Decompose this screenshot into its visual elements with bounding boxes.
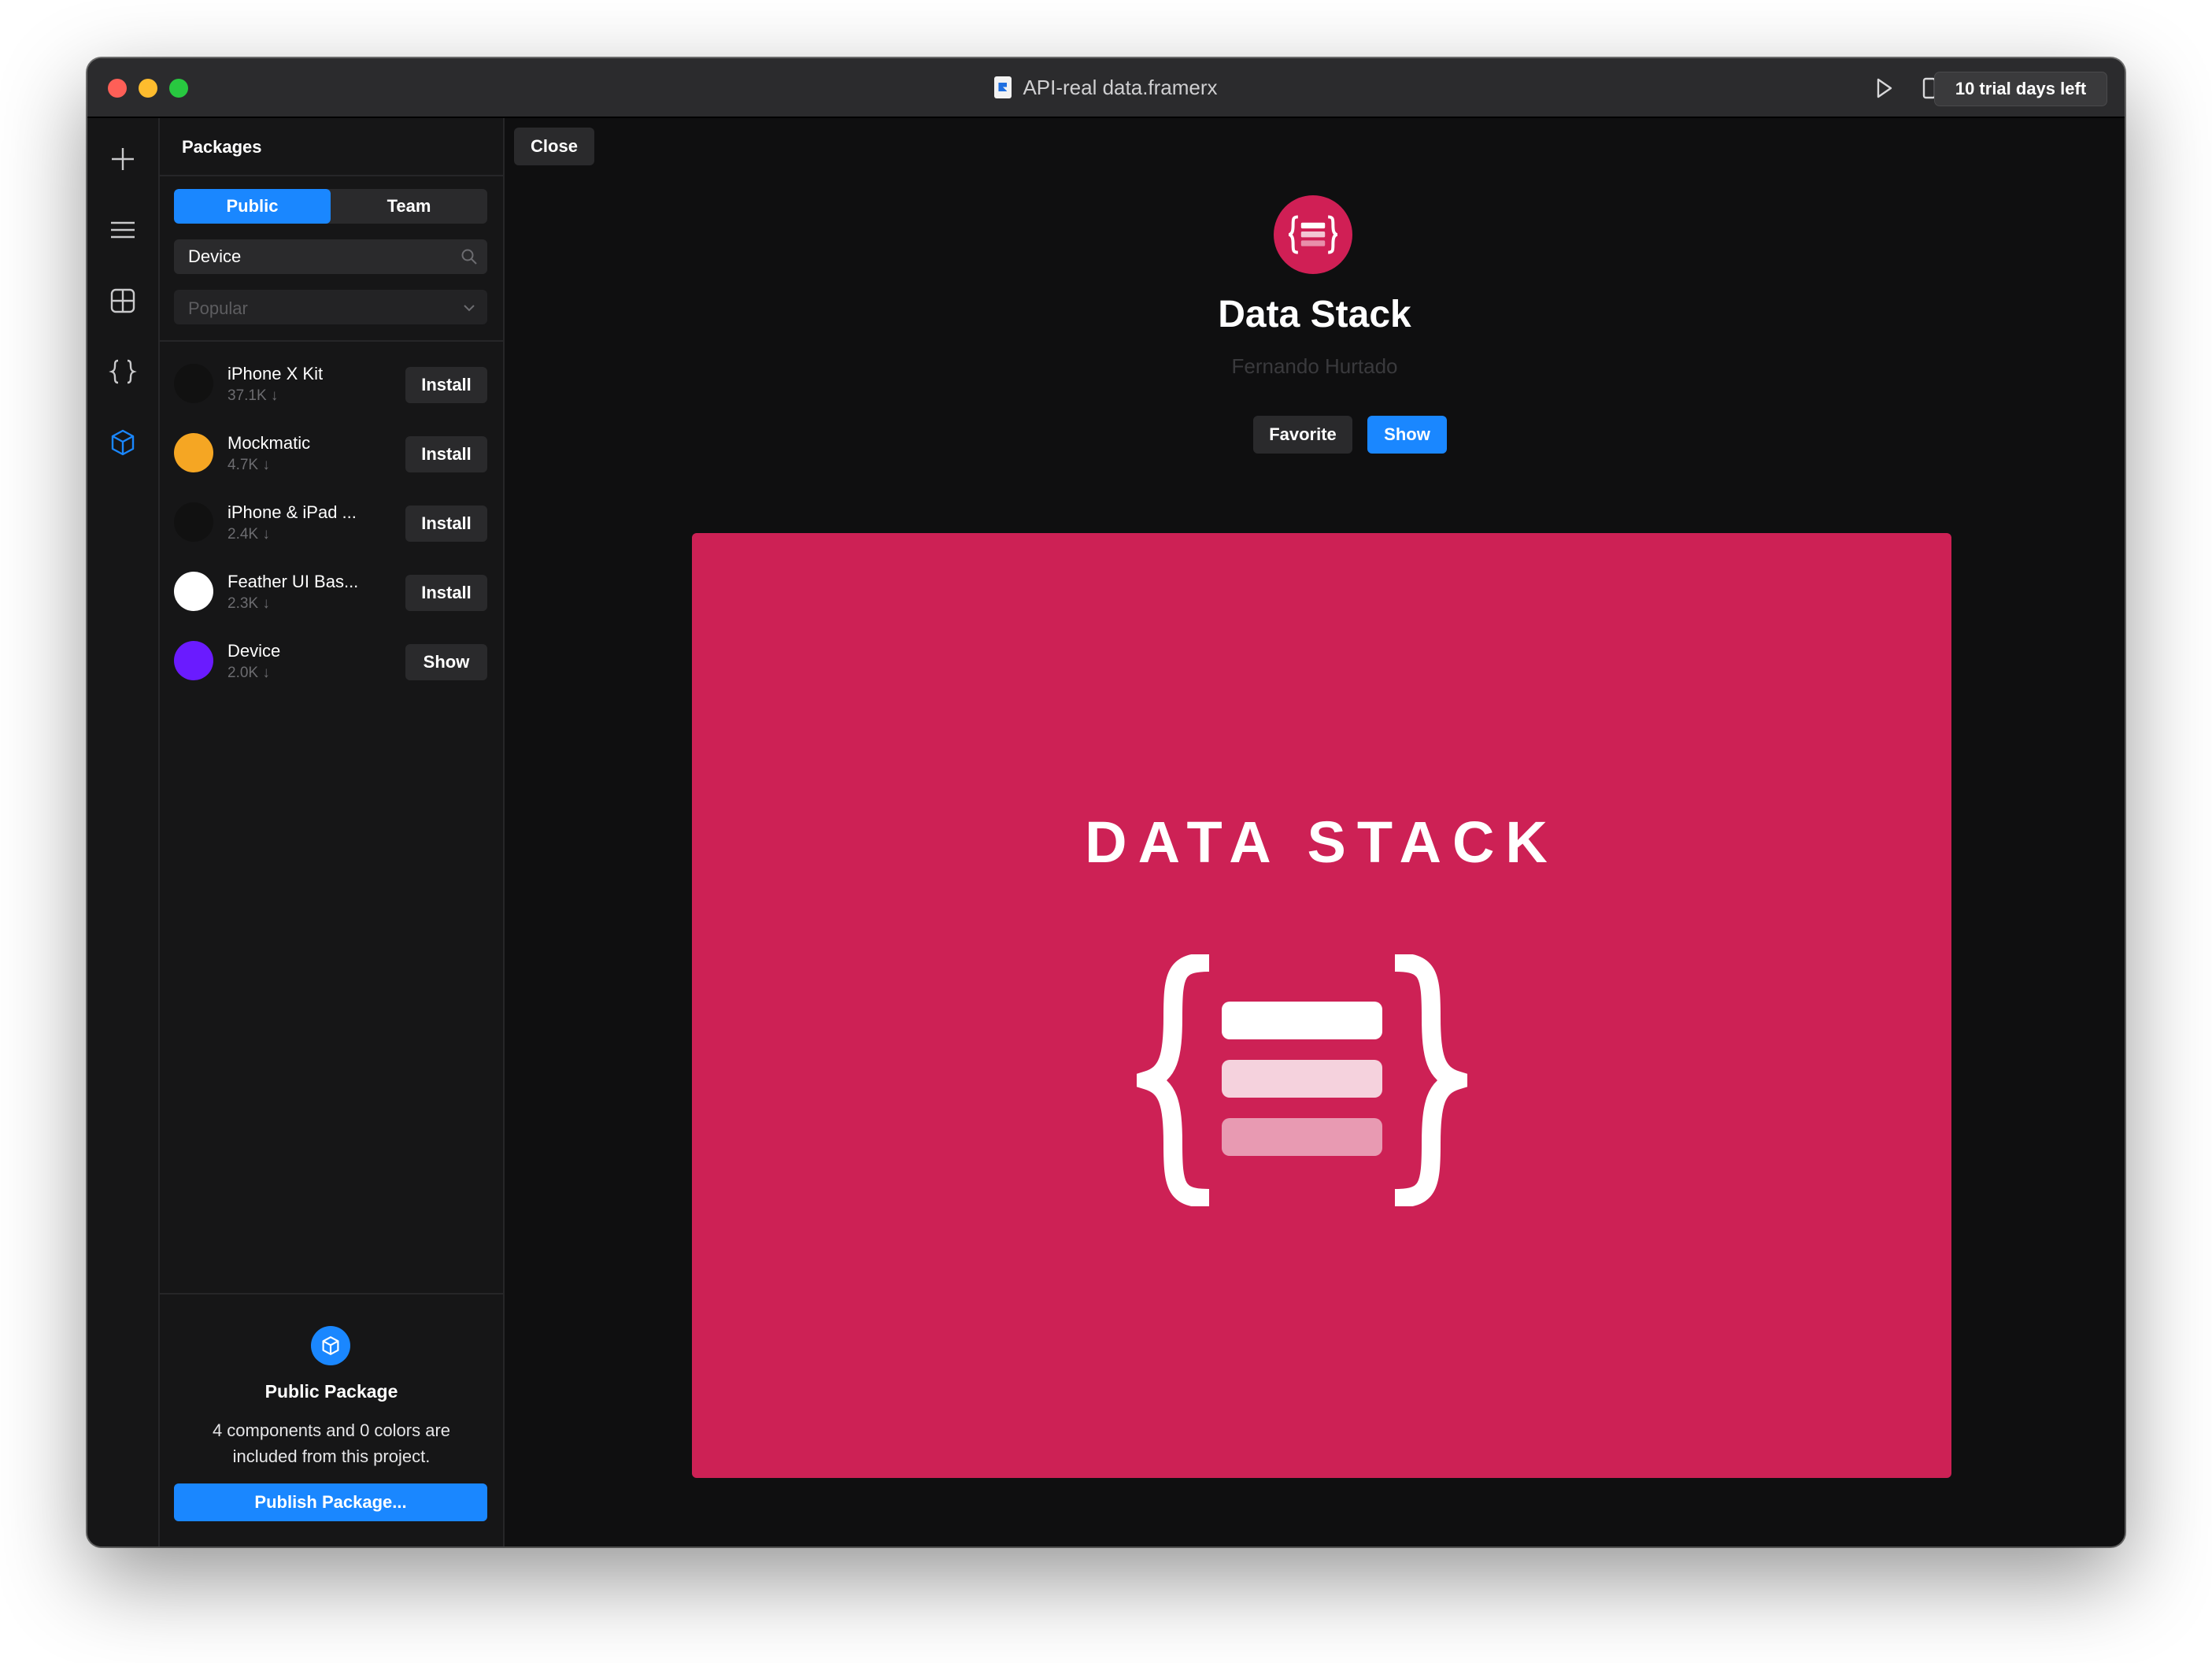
package-name: Feather UI Bas... (227, 572, 359, 591)
components-grid-icon[interactable] (109, 287, 137, 315)
download-count: 2.4K ↓ (227, 526, 270, 543)
scope-segmented-control: Public Team (174, 189, 487, 224)
show-package-button[interactable]: Show (405, 644, 487, 680)
public-package-footer: Public Package 4 components and 0 colors… (160, 1293, 503, 1546)
package-list: iPhone X Kit 37.1K ↓ Install Mockmatic 4.7K … (160, 350, 503, 683)
install-button[interactable]: Install (405, 506, 487, 542)
device-icon (174, 641, 213, 680)
download-count: 37.1K ↓ (227, 387, 279, 404)
search-icon (461, 249, 477, 265)
package-list-item[interactable]: Feather UI Bas... 2.3K ↓ Install (160, 557, 503, 627)
download-count: 4.7K ↓ (227, 457, 270, 473)
download-count: 2.3K ↓ (227, 595, 270, 612)
trial-days-button[interactable]: 10 trial days left (1934, 72, 2107, 106)
favorite-button[interactable]: Favorite (1253, 416, 1352, 454)
search-input[interactable] (174, 239, 442, 274)
iphone-x-icon (174, 364, 213, 403)
play-icon[interactable] (1871, 76, 1896, 101)
packages-icon[interactable] (109, 428, 137, 457)
app-window: API-real data.framerx 10 trial days left (87, 58, 2125, 1546)
footer-description: 4 components and 0 colors are included f… (212, 1420, 451, 1466)
package-name: iPhone & iPad ... (227, 502, 357, 522)
search-box (174, 239, 487, 274)
install-button[interactable]: Install (405, 367, 487, 403)
sort-select[interactable]: Popular (174, 290, 487, 324)
sort-value: Popular (188, 298, 248, 318)
package-name: Device (227, 641, 281, 661)
panel-title: Packages (182, 137, 262, 157)
package-cover-image: DATA STACK (692, 533, 1951, 1478)
package-cube-icon (311, 1326, 350, 1365)
package-list-item[interactable]: Mockmatic 4.7K ↓ Install (160, 419, 503, 488)
chevron-down-icon (464, 305, 475, 312)
tab-public[interactable]: Public (174, 189, 331, 224)
close-button[interactable]: Close (514, 128, 594, 165)
iphone-ipad-icon (174, 502, 213, 542)
code-icon[interactable] (109, 357, 137, 386)
package-list-item[interactable]: Device 2.0K ↓ Show (160, 627, 503, 683)
package-detail: Close Data Stack Fernando Hurtado Favori… (505, 118, 2125, 1546)
window-title: API-real data.framerx (1023, 75, 1218, 99)
data-stack-braces-icon (1137, 954, 1467, 1206)
tab-team[interactable]: Team (331, 189, 487, 224)
install-button[interactable]: Install (405, 436, 487, 472)
feather-ui-icon (174, 572, 213, 611)
data-stack-logo-icon (1274, 195, 1352, 274)
left-toolbar (87, 118, 160, 1546)
package-title: Data Stack (1218, 294, 1411, 335)
packages-panel: Packages Public Team Popular iPhone X Ki… (160, 118, 505, 1546)
show-button[interactable]: Show (1367, 416, 1447, 454)
window-title-group: API-real data.framerx (87, 58, 2125, 117)
footer-title: Public Package (264, 1381, 398, 1402)
plus-icon[interactable] (109, 145, 137, 173)
divider (160, 175, 503, 176)
publish-package-button[interactable]: Publish Package... (174, 1483, 487, 1521)
cover-title: DATA STACK (1085, 809, 1559, 875)
package-name: Mockmatic (227, 433, 311, 453)
package-list-item[interactable]: iPhone & iPad ... 2.4K ↓ Install (160, 488, 503, 557)
download-count: 2.0K ↓ (227, 665, 270, 681)
package-author[interactable]: Fernando Hurtado (505, 354, 2125, 379)
document-icon (994, 76, 1012, 98)
package-name: iPhone X Kit (227, 364, 324, 383)
layers-icon[interactable] (109, 216, 137, 244)
mockmatic-icon (174, 433, 213, 472)
title-bar: API-real data.framerx 10 trial days left (87, 58, 2125, 118)
package-list-item[interactable]: iPhone X Kit 37.1K ↓ Install (160, 350, 503, 419)
install-button[interactable]: Install (405, 575, 487, 611)
divider (160, 340, 503, 342)
